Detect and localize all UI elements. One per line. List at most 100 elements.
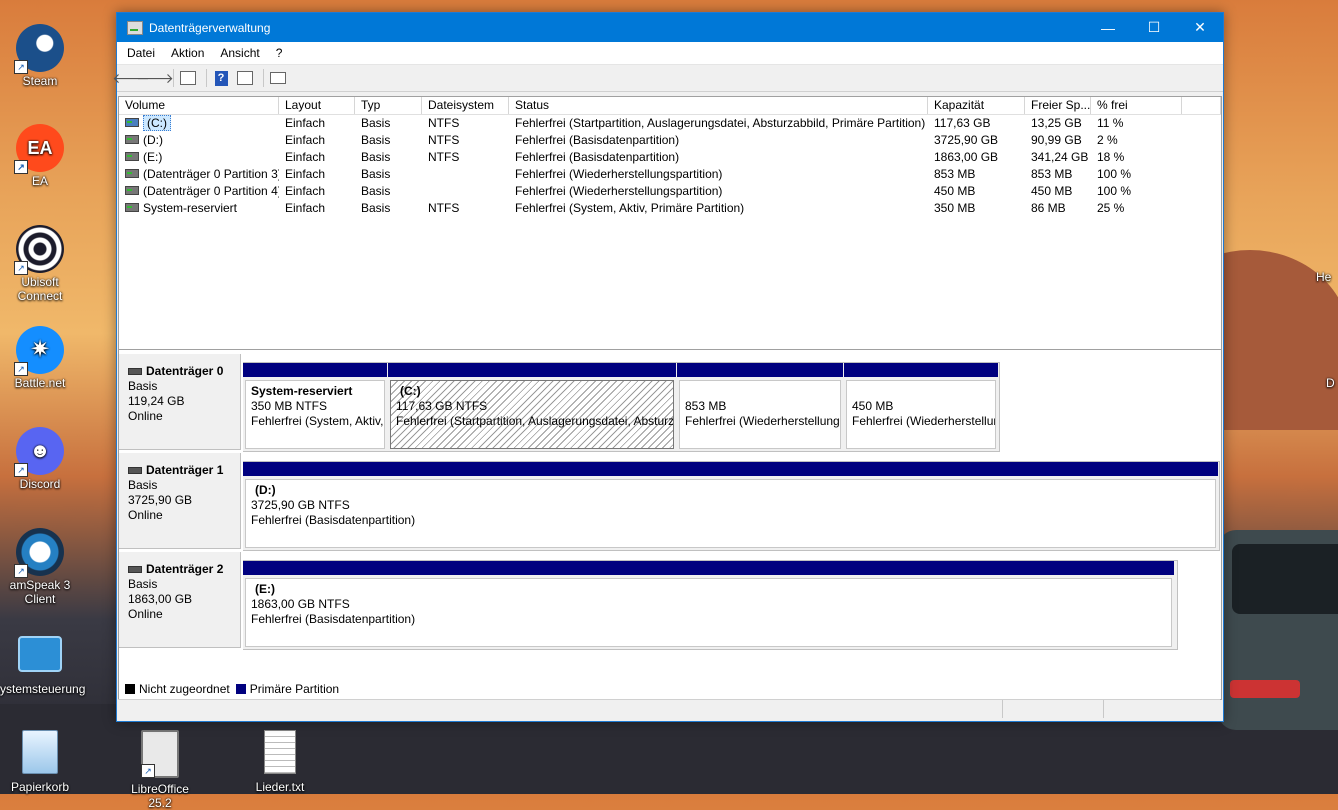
partition-status: Fehlerfrei (Basisdatenpartition) [251, 513, 416, 527]
desktop-icon-steam[interactable]: ↗ Steam [0, 24, 80, 88]
desktop-icon-label: EA [31, 174, 48, 188]
desktop-icon-lieder-txt[interactable]: Lieder.txt [240, 730, 320, 794]
menu-ansicht[interactable]: Ansicht [212, 46, 267, 60]
partition-recovery-4[interactable]: 450 MB Fehlerfrei (Wiederherstellungspar… [844, 363, 998, 451]
desktop-icon-discord[interactable]: ☻ ↗ Discord [0, 427, 80, 491]
partition-fs: 117,63 GB NTFS [396, 399, 488, 413]
partition-d[interactable]: (D:) 3725,90 GB NTFS Fehlerfrei (Basisda… [243, 462, 1218, 550]
column-header-volume[interactable]: Volume [119, 97, 279, 114]
help-icon[interactable]: ? [211, 68, 231, 88]
desktop-icon-partial[interactable]: He [1316, 270, 1338, 284]
table-row[interactable]: System-reserviert Einfach Basis NTFS Feh… [119, 200, 1221, 217]
disk-name: Datenträger 2 [146, 562, 224, 576]
desktop-icon-ea[interactable]: EA ↗ EA [0, 124, 80, 188]
window-title: Datenträgerverwaltung [149, 20, 271, 35]
partition-body: 450 MB Fehlerfrei (Wiederherstellungspar… [846, 380, 996, 449]
column-header-dateisystem[interactable]: Dateisystem [422, 97, 509, 114]
toolbar: 🡐 🡒 ? [112, 65, 1223, 92]
cell-layout: Einfach [285, 184, 326, 198]
partition-body: (D:) 3725,90 GB NTFS Fehlerfrei (Basisda… [245, 479, 1216, 548]
desktop-icon-label: Ubisoft Connect [17, 275, 63, 303]
cell-prozent-frei: 100 % [1097, 184, 1132, 198]
maximize-button[interactable]: ☐ [1131, 13, 1177, 42]
column-header-freier-speicher[interactable]: Freier Sp... [1025, 97, 1091, 114]
desktop-icon-libreoffice[interactable]: ↗ LibreOffice 25.2 [120, 730, 200, 810]
desktop-icon-label: ystemsteuerung [0, 682, 86, 696]
table-row[interactable]: (D:) Einfach Basis NTFS Fehlerfrei (Basi… [119, 132, 1221, 149]
partition-fs: 3725,90 GB NTFS [251, 498, 350, 512]
minimize-button[interactable]: — [1085, 13, 1131, 42]
partition-fs: 350 MB NTFS [251, 399, 328, 413]
cell-dateisystem [422, 183, 509, 200]
partition-fs: 1863,00 GB NTFS [251, 597, 350, 611]
desktop-icon-partial[interactable]: D [1326, 376, 1338, 390]
recycle-bin-icon [22, 730, 58, 774]
desktop-icon-teamspeak[interactable]: ↗ amSpeak 3 Client [0, 528, 80, 606]
column-header-typ[interactable]: Typ [355, 97, 422, 114]
desktop-icon-label: Steam [22, 74, 58, 88]
disk-list-icon[interactable] [268, 68, 288, 88]
desktop-icon-label: D [1326, 376, 1335, 390]
disk-drive-icon [128, 566, 142, 573]
disk-name: Datenträger 1 [146, 463, 224, 477]
cell-volume: (D:) [119, 132, 279, 149]
table-row[interactable]: (Datenträger 0 Partition 4) Einfach Basi… [119, 183, 1221, 200]
cell-dateisystem: NTFS [428, 150, 460, 164]
desktop-icon-systemsteuerung[interactable]: ystemsteuerung [0, 630, 85, 696]
partition-status: Fehlerfrei (Wiederherstellungspartition) [685, 414, 840, 428]
cell-layout: Einfach [285, 116, 326, 130]
status-pane [118, 700, 1003, 718]
close-button[interactable]: ✕ [1177, 13, 1223, 42]
volume-icon [125, 186, 139, 196]
partition-body: System-reserviert 350 MB NTFS Fehlerfrei… [245, 380, 385, 449]
legend-label-primary: Primäre Partition [249, 682, 340, 696]
disk-state: Online [128, 508, 163, 522]
disk-type: Basis [128, 379, 158, 393]
legend: Nicht zugeordnet Primäre Partition [118, 679, 1222, 700]
partition-strip: System-reserviert 350 MB NTFS Fehlerfrei… [243, 362, 1000, 452]
legend-swatch-unallocated [125, 684, 135, 694]
menu-help[interactable]: ? [268, 46, 291, 60]
desktop-icon-ubisoft[interactable]: ↗ Ubisoft Connect [0, 225, 80, 303]
disk-management-app-icon [127, 20, 143, 35]
menu-aktion[interactable]: Aktion [163, 46, 212, 60]
partition-system-reserviert[interactable]: System-reserviert 350 MB NTFS Fehlerfrei… [243, 363, 387, 451]
column-header-prozent-frei[interactable]: % frei [1091, 97, 1182, 114]
properties-icon[interactable] [235, 68, 255, 88]
partition-e[interactable]: (E:) 1863,00 GB NTFS Fehlerfrei (Basisda… [243, 561, 1174, 649]
cell-dateisystem: NTFS [428, 116, 460, 130]
disk-label[interactable]: Datenträger 2 Basis 1863,00 GB Online [119, 552, 241, 648]
table-row[interactable]: (C:) Einfach Basis NTFS Fehlerfrei (Star… [119, 115, 1221, 132]
cell-dateisystem [422, 166, 509, 183]
ea-icon: EA ↗ [14, 124, 64, 174]
column-header-kapazitaet[interactable]: Kapazität [928, 97, 1025, 114]
cell-status: Fehlerfrei (Basisdatenpartition) [515, 150, 680, 164]
partition-c[interactable]: (C:) 117,63 GB NTFS Fehlerfrei (Startpar… [388, 363, 676, 451]
volume-name: (C:) [143, 115, 171, 131]
disk-drive-icon [128, 467, 142, 474]
menu-datei[interactable]: Datei [119, 46, 163, 60]
table-row[interactable]: (E:) Einfach Basis NTFS Fehlerfrei (Basi… [119, 149, 1221, 166]
partition-color-bar [844, 363, 998, 377]
forward-icon[interactable]: 🡒 [136, 68, 174, 88]
table-row[interactable]: (Datenträger 0 Partition 3) Einfach Basi… [119, 166, 1221, 183]
text-file-icon [264, 730, 296, 774]
volume-name: (D:) [143, 133, 163, 147]
cell-prozent-frei: 18 % [1097, 150, 1125, 164]
desktop-icon-battlenet[interactable]: ✷ ↗ Battle.net [0, 326, 80, 390]
disk-label[interactable]: Datenträger 0 Basis 119,24 GB Online [119, 354, 241, 450]
toolbar-separator [206, 69, 207, 87]
disk-size: 119,24 GB [128, 394, 185, 408]
cell-layout: Einfach [285, 133, 326, 147]
column-header-layout[interactable]: Layout [279, 97, 355, 114]
show-hide-console-tree-icon[interactable] [178, 68, 198, 88]
volume-icon [125, 135, 139, 145]
partition-recovery-3[interactable]: 853 MB Fehlerfrei (Wiederherstellungspar… [677, 363, 843, 451]
column-header-status[interactable]: Status [509, 97, 928, 114]
title-bar[interactable]: Datenträgerverwaltung — ☐ ✕ [117, 13, 1223, 42]
desktop-icon-papierkorb[interactable]: Papierkorb [0, 730, 80, 794]
cell-typ: Basis [361, 167, 391, 181]
column-header-empty[interactable] [1182, 97, 1221, 114]
cell-layout: Einfach [285, 167, 326, 181]
disk-label[interactable]: Datenträger 1 Basis 3725,90 GB Online [119, 453, 241, 549]
